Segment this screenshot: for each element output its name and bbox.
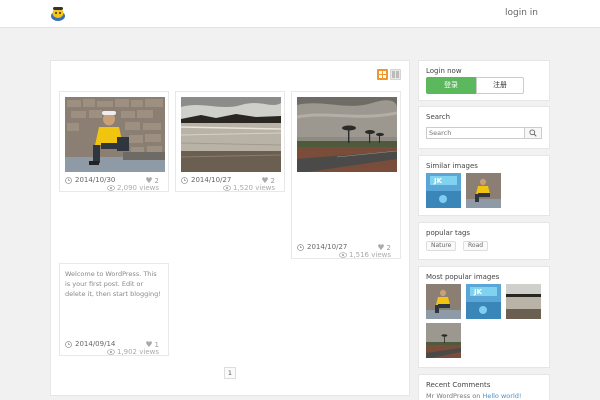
tag-road[interactable]: Road bbox=[463, 241, 489, 251]
post-thumbnail[interactable] bbox=[181, 97, 281, 172]
popular-image-thumb[interactable]: JK bbox=[466, 284, 501, 319]
search-button[interactable] bbox=[524, 127, 542, 139]
login-button[interactable]: 登录 bbox=[426, 77, 476, 94]
eye-icon bbox=[223, 185, 231, 191]
clock-icon bbox=[181, 176, 188, 184]
popular-tags-widget: popular tags Nature Road bbox=[418, 222, 550, 260]
view-count: 1,520 views bbox=[223, 184, 275, 192]
post-date: 2014/10/27 bbox=[181, 176, 231, 184]
login-widget: Login now 登录 注册 bbox=[418, 60, 550, 101]
view-count-text: 1,902 views bbox=[116, 348, 159, 356]
comment-post-link[interactable]: Hello world! bbox=[482, 392, 521, 400]
post-thumbnail[interactable] bbox=[297, 97, 397, 172]
comment-entry: Mr WordPress on Hello world! bbox=[426, 392, 521, 400]
similar-image-thumb[interactable]: JK bbox=[426, 173, 461, 208]
widget-title: popular tags bbox=[426, 229, 471, 237]
view-count-text: 1,520 views bbox=[232, 184, 275, 192]
post-card[interactable]: Welcome to WordPress. This is your first… bbox=[59, 263, 169, 356]
column-view-icon[interactable] bbox=[390, 69, 401, 80]
popular-images-widget: Most popular images JK bbox=[418, 266, 550, 368]
comment-author[interactable]: Mr WordPress bbox=[426, 392, 470, 400]
popular-image-thumb[interactable] bbox=[506, 284, 541, 319]
top-bar: login in bbox=[0, 0, 600, 28]
widget-title: Recent Comments bbox=[426, 381, 491, 389]
login-buttons: 登录 注册 bbox=[426, 77, 524, 94]
post-date: 2014/10/27 bbox=[297, 243, 347, 251]
svg-text:JK: JK bbox=[473, 288, 483, 296]
pagination-page[interactable]: 1 bbox=[224, 367, 236, 379]
widget-title: Most popular images bbox=[426, 273, 500, 281]
post-card[interactable]: 2014/10/30 ♥ 2 2,090 views bbox=[59, 91, 169, 192]
view-count: 1,516 views bbox=[339, 251, 391, 259]
post-excerpt[interactable]: Welcome to WordPress. This is your first… bbox=[65, 269, 163, 299]
tag-nature[interactable]: Nature bbox=[426, 241, 457, 251]
register-button[interactable]: 注册 bbox=[476, 77, 524, 94]
logo-icon[interactable] bbox=[50, 6, 66, 21]
post-card[interactable]: 2014/10/27 ♥ 2 1,520 views bbox=[175, 91, 285, 192]
similar-images-widget: Similar images JK bbox=[418, 155, 550, 216]
recent-comments-widget: Recent Comments Mr WordPress on Hello wo… bbox=[418, 374, 550, 400]
post-date-text: 2014/09/14 bbox=[75, 340, 116, 348]
similar-image-thumb[interactable] bbox=[466, 173, 501, 208]
post-date-text: 2014/10/30 bbox=[75, 176, 116, 184]
search-icon bbox=[529, 129, 537, 137]
view-count-text: 1,516 views bbox=[348, 251, 391, 259]
clock-icon bbox=[65, 176, 72, 184]
svg-text:JK: JK bbox=[433, 177, 443, 185]
comment-connector: on bbox=[472, 392, 481, 400]
eye-icon bbox=[339, 252, 347, 258]
view-count: 2,090 views bbox=[107, 184, 159, 192]
search-input[interactable] bbox=[426, 127, 524, 139]
post-date: 2014/10/30 bbox=[65, 176, 115, 184]
widget-title: Search bbox=[426, 113, 451, 121]
login-link[interactable]: login in bbox=[505, 8, 538, 18]
widget-title: Similar images bbox=[426, 162, 478, 170]
eye-icon bbox=[107, 185, 115, 191]
post-date-text: 2014/10/27 bbox=[191, 176, 232, 184]
popular-image-thumb[interactable] bbox=[426, 323, 461, 358]
widget-title: Login now bbox=[426, 67, 462, 75]
grid-view-icon[interactable] bbox=[377, 69, 388, 80]
view-count-text: 2,090 views bbox=[116, 184, 159, 192]
clock-icon bbox=[65, 340, 72, 348]
view-toggle bbox=[377, 69, 401, 80]
post-date: 2014/09/14 bbox=[65, 340, 115, 348]
search-widget: Search bbox=[418, 106, 550, 149]
popular-image-thumb[interactable] bbox=[426, 284, 461, 319]
post-date-text: 2014/10/27 bbox=[307, 243, 348, 251]
post-card[interactable]: 2014/10/27 ♥ 2 1,516 views bbox=[291, 91, 401, 259]
main-panel: 2014/10/30 ♥ 2 2,090 views 2014/10/27 ♥ … bbox=[50, 60, 410, 396]
eye-icon bbox=[107, 349, 115, 355]
view-count: 1,902 views bbox=[107, 348, 159, 356]
clock-icon bbox=[297, 243, 304, 251]
post-thumbnail[interactable] bbox=[65, 97, 165, 172]
